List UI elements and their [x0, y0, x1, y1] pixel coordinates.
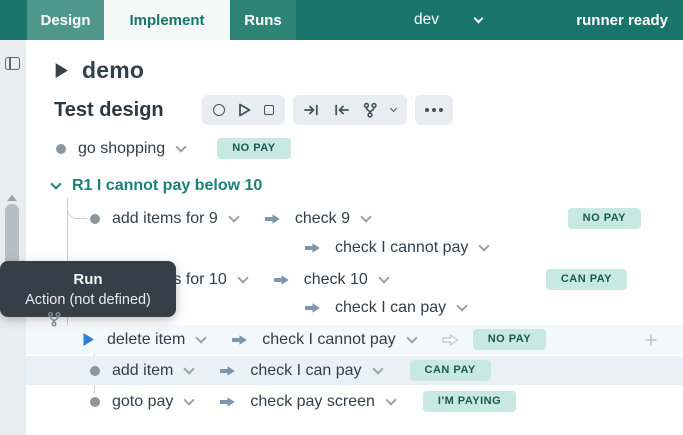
env-selector[interactable]: dev: [414, 0, 482, 40]
step-row-add-item[interactable]: add item check I can pay CAN PAY: [26, 356, 683, 385]
run-tooltip: Run Action (not defined): [0, 261, 176, 317]
arrow-right-icon: [219, 396, 236, 408]
add-step-icon[interactable]: [645, 334, 657, 346]
tooltip-title: Run: [73, 271, 102, 288]
runner-status: runner ready: [576, 0, 668, 40]
check-label[interactable]: check I cannot pay: [335, 239, 468, 257]
step-to-start-icon[interactable]: [333, 103, 349, 117]
arrow-right-icon: [304, 242, 321, 254]
chevron-down-icon[interactable]: [372, 363, 383, 374]
section-title: Test design: [54, 99, 164, 122]
arrow-right-icon: [231, 334, 248, 346]
chevron-down-icon[interactable]: [237, 272, 248, 283]
chevron-down-icon[interactable]: [457, 300, 468, 311]
play-icon[interactable]: [238, 103, 251, 117]
scroll-up-icon[interactable]: [7, 195, 17, 201]
step-to-end-icon[interactable]: [304, 103, 320, 117]
step-bullet-icon: [90, 397, 100, 407]
step-row-delete-item[interactable]: delete item check I cannot pay NO PAY: [26, 325, 683, 354]
chevron-down-icon[interactable]: [184, 394, 195, 405]
check-label[interactable]: check I can pay: [250, 362, 361, 380]
arrow-right-icon: [273, 274, 290, 286]
chevron-down-icon[interactable]: [406, 332, 417, 343]
topbar: Design Implement Runs dev runner ready: [0, 0, 683, 40]
chevron-down-icon[interactable]: [390, 104, 397, 111]
chevron-down-icon[interactable]: [479, 240, 490, 251]
status-badge[interactable]: CAN PAY: [546, 269, 627, 290]
play-icon[interactable]: [54, 62, 69, 79]
run-controls: [202, 95, 285, 125]
check-label[interactable]: check I cannot pay: [262, 331, 395, 349]
group-row-r1[interactable]: R1 I cannot pay below 10: [26, 171, 683, 200]
action-label[interactable]: add items for 9: [112, 210, 218, 228]
chevron-down-icon[interactable]: [378, 272, 389, 283]
status-badge[interactable]: NO PAY: [217, 138, 290, 159]
demo-header: demo: [54, 54, 144, 86]
check-label[interactable]: check pay screen: [250, 393, 375, 411]
action-label[interactable]: delete item: [107, 331, 185, 349]
arrow-right-icon: [264, 213, 281, 225]
check-label[interactable]: check 10: [304, 271, 368, 289]
stop-icon[interactable]: [264, 105, 274, 115]
panel-toggle-icon[interactable]: [5, 57, 20, 70]
page-title: demo: [82, 57, 144, 84]
chevron-down-icon[interactable]: [184, 363, 195, 374]
left-sidebar: [0, 40, 26, 435]
app-window: Design Implement Runs dev runner ready d…: [0, 0, 683, 435]
step-row-add-items-for-9[interactable]: add items for 9 check 9 NO PAY: [26, 204, 683, 233]
chevron-down-icon[interactable]: [176, 141, 187, 152]
tab-design[interactable]: Design: [27, 0, 104, 40]
tooltip-subtitle: Action (not defined): [25, 292, 151, 308]
chevron-down-icon[interactable]: [50, 178, 61, 189]
arrow-right-icon: [219, 365, 236, 377]
status-badge[interactable]: NO PAY: [473, 329, 546, 350]
step-bullet-icon: [90, 214, 100, 224]
tab-runs[interactable]: Runs: [230, 0, 296, 40]
chevron-down-icon[interactable]: [385, 394, 396, 405]
step-bullet-icon: [56, 144, 66, 154]
tab-implement[interactable]: Implement: [104, 0, 230, 40]
more-menu-button[interactable]: [415, 95, 453, 125]
action-label[interactable]: add item: [112, 362, 173, 380]
step-row-go-shopping[interactable]: go shopping NO PAY: [26, 134, 683, 163]
check-label[interactable]: check 9: [295, 210, 350, 228]
chevron-down-icon[interactable]: [196, 332, 207, 343]
branch-icon[interactable]: [362, 102, 378, 118]
action-label[interactable]: go shopping: [78, 140, 165, 158]
chevron-down-icon[interactable]: [360, 211, 371, 222]
check-label[interactable]: check I can pay: [335, 299, 446, 317]
status-badge[interactable]: I'M PAYING: [423, 391, 516, 412]
step-bullet-icon: [90, 366, 100, 376]
main-tabs: Design Implement Runs: [27, 0, 296, 40]
design-toolbar: Test design: [54, 93, 453, 127]
check-row[interactable]: check I cannot pay: [26, 233, 683, 262]
arrow-right-icon: [304, 302, 321, 314]
status-badge[interactable]: NO PAY: [568, 208, 641, 229]
status-badge[interactable]: CAN PAY: [410, 360, 491, 381]
action-label[interactable]: goto pay: [112, 393, 173, 411]
group-label[interactable]: R1 I cannot pay below 10: [72, 177, 262, 195]
ellipsis-icon: [425, 108, 429, 112]
step-row-goto-pay[interactable]: goto pay check pay screen I'M PAYING: [26, 387, 683, 416]
arrow-right-outline-icon: [442, 334, 459, 346]
branch-icon: [46, 311, 62, 327]
record-circle-icon[interactable]: [213, 104, 225, 116]
chevron-down-icon: [474, 13, 484, 23]
chevron-down-icon[interactable]: [228, 211, 239, 222]
run-play-icon[interactable]: [82, 332, 95, 347]
step-controls: [293, 95, 407, 125]
env-label: dev: [414, 11, 439, 29]
